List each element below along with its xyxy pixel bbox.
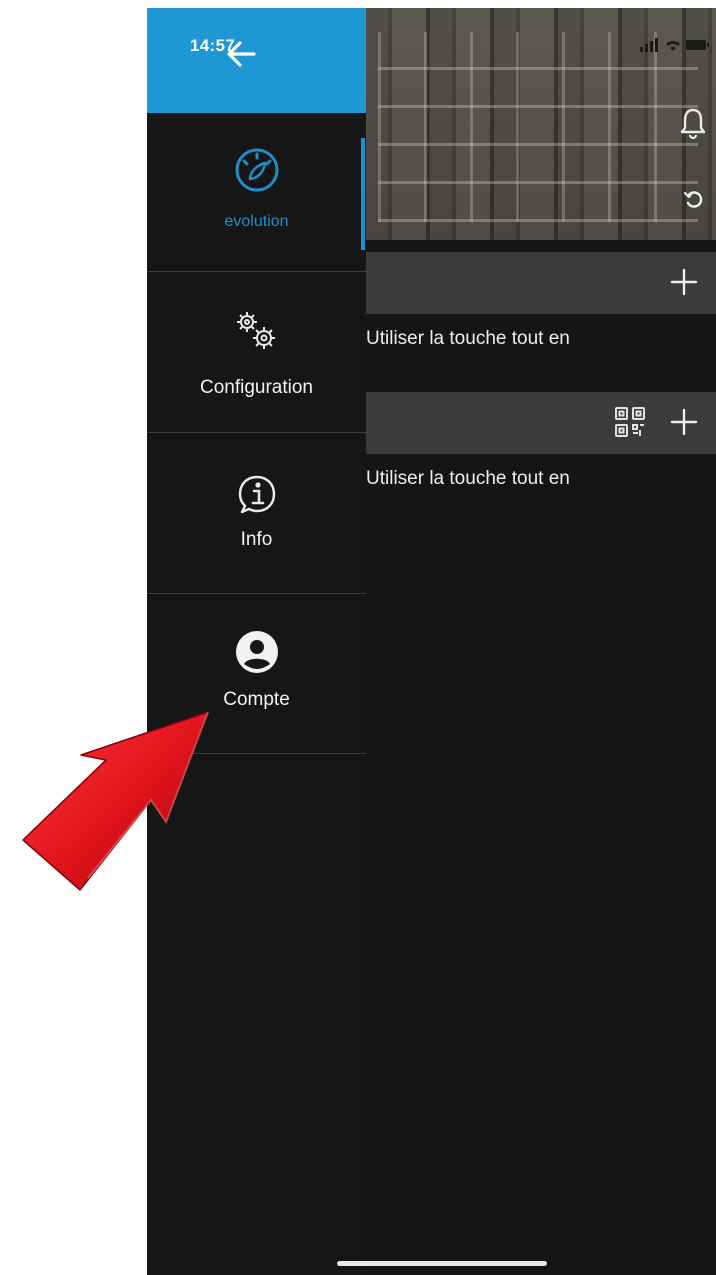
back-arrow-icon[interactable]	[223, 36, 259, 72]
account-icon	[147, 629, 366, 679]
floorplan-overlay	[378, 32, 698, 222]
sidebar-item-evolution[interactable]: evolution	[147, 113, 366, 272]
sidebar-item-info[interactable]: Info	[147, 433, 366, 594]
sidebar-item-label: evolution	[224, 213, 289, 230]
status-bar-icons	[640, 38, 709, 52]
qr-code-icon[interactable]	[612, 404, 648, 440]
floorplan-image	[366, 8, 716, 240]
sidebar-item-configuration[interactable]: Configuration	[147, 272, 366, 433]
bell-icon[interactable]	[678, 106, 708, 140]
hint-text: Utiliser la touche tout en	[366, 468, 570, 489]
sidebar-item-label: Configuration	[199, 377, 314, 398]
sidebar-item-label: Info	[240, 529, 273, 550]
plus-icon[interactable]	[666, 404, 702, 440]
main-content: Utiliser la touche tout en Utiliser la t…	[366, 8, 716, 1275]
hint-text: Utiliser la touche tout en	[366, 328, 570, 349]
gears-icon	[147, 308, 366, 358]
info-icon	[147, 473, 366, 523]
active-indicator	[361, 138, 365, 250]
sidebar-header: 14:57	[147, 8, 366, 113]
phone-screen: 14:57 evolution Configuration Info Compt…	[147, 8, 716, 1275]
plus-icon[interactable]	[666, 264, 702, 300]
home-indicator	[337, 1261, 547, 1266]
red-pointer-arrow-icon	[22, 711, 209, 891]
refresh-icon[interactable]	[682, 188, 704, 210]
gauge-icon	[147, 145, 366, 195]
side-menu: 14:57 evolution Configuration Info Compt…	[147, 8, 366, 1275]
add-device-bar	[366, 252, 716, 314]
add-scenario-bar	[366, 392, 716, 454]
